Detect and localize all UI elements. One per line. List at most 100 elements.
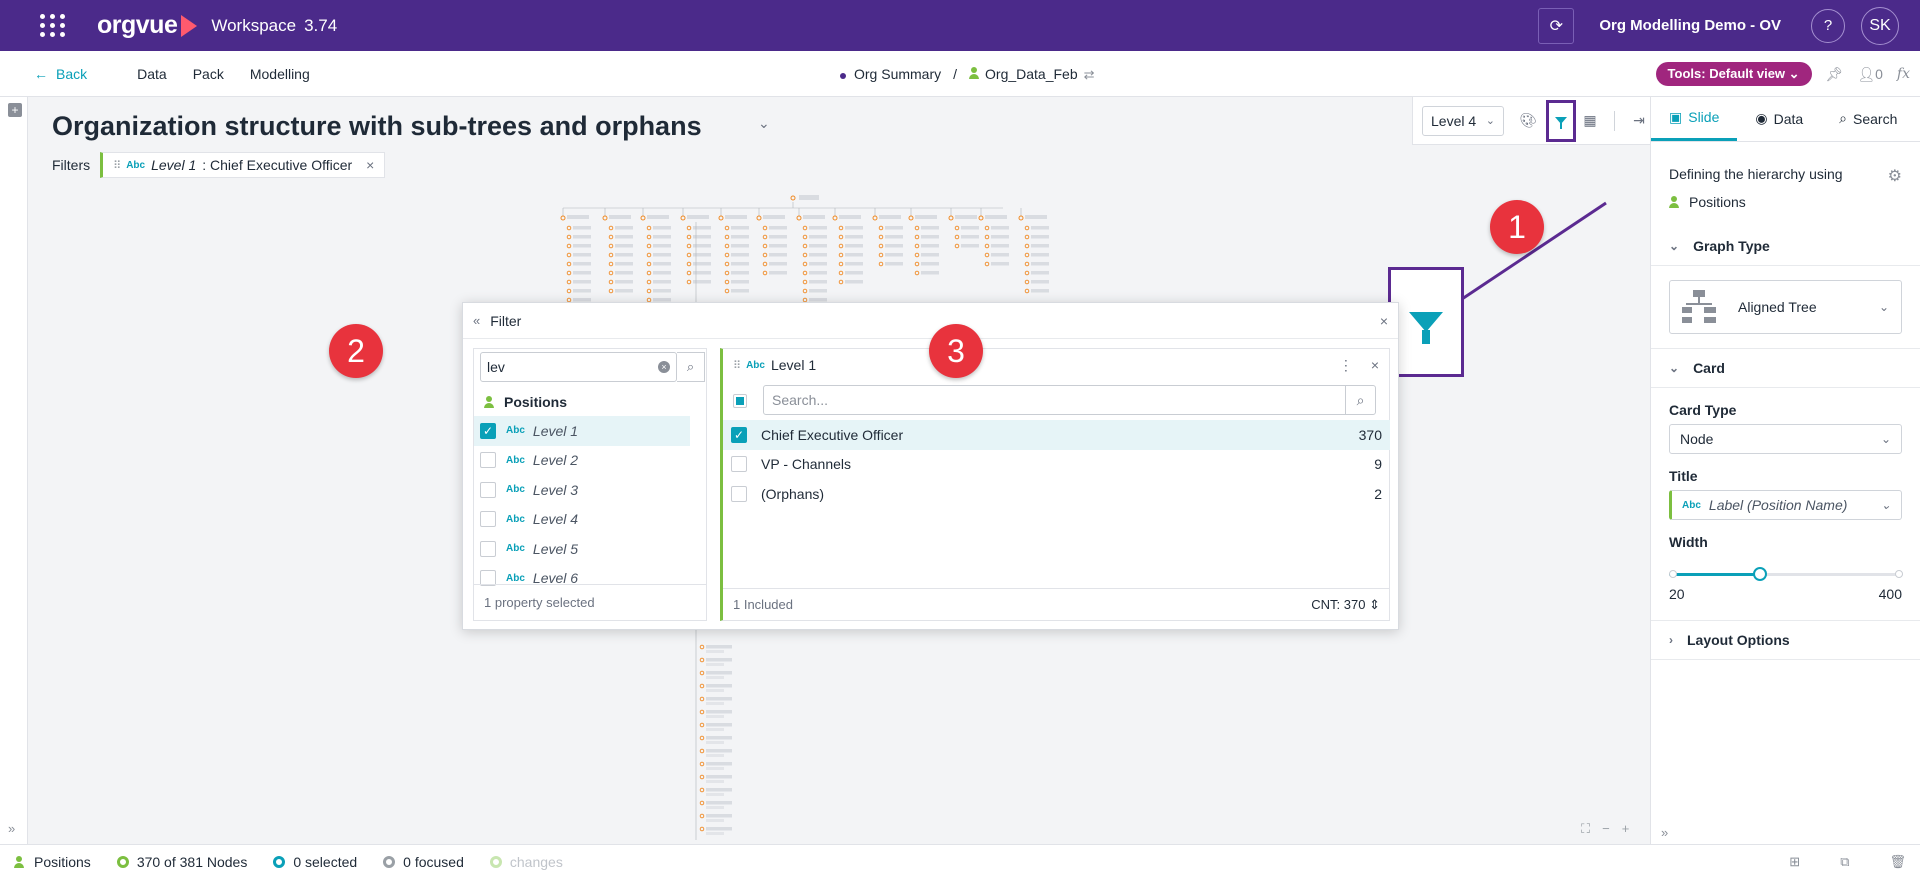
zoom-in-icon[interactable]: +: [1622, 821, 1630, 837]
zoom-out-icon[interactable]: −: [1602, 821, 1610, 837]
tree-node[interactable]: [756, 215, 762, 221]
tree-node[interactable]: [724, 261, 730, 267]
status-nodes[interactable]: 370 of 381 Nodes: [116, 854, 247, 870]
tree-node[interactable]: [566, 288, 572, 294]
tree-node[interactable]: [608, 252, 614, 258]
tree-node[interactable]: [878, 252, 884, 258]
layout-options-header[interactable]: › Layout Options: [1651, 620, 1920, 660]
tab-data[interactable]: ◉ Data: [1737, 96, 1821, 141]
back-link[interactable]: ← Back: [34, 66, 87, 82]
orgvue-logo[interactable]: orgvue: [97, 11, 198, 40]
tree-node[interactable]: [984, 243, 990, 249]
add-row-icon[interactable]: ⊞: [1789, 854, 1800, 870]
property-row[interactable]: ✓ Abc Level 1: [474, 416, 690, 446]
expand-right-icon[interactable]: »: [8, 821, 15, 836]
tree-node[interactable]: [954, 243, 960, 249]
tree-node[interactable]: [602, 215, 608, 221]
tree-node[interactable]: [566, 270, 572, 276]
search-icon[interactable]: ⌕: [1345, 386, 1375, 414]
tree-node[interactable]: [1024, 225, 1030, 231]
tree-node[interactable]: [699, 800, 705, 806]
card-header[interactable]: ⌄ Card: [1651, 348, 1920, 388]
close-icon[interactable]: ×: [1380, 313, 1388, 329]
delete-icon[interactable]: 🗑︎: [1889, 854, 1906, 870]
checkbox[interactable]: [480, 481, 496, 498]
tree-node[interactable]: [686, 225, 692, 231]
tree-node[interactable]: [686, 243, 692, 249]
tree-node[interactable]: [699, 735, 705, 741]
tree-node[interactable]: [724, 234, 730, 240]
tree-node[interactable]: [838, 234, 844, 240]
status-selected[interactable]: 0 selected: [273, 854, 357, 870]
tree-node[interactable]: [1024, 288, 1030, 294]
tree-node[interactable]: [686, 261, 692, 267]
tree-node[interactable]: [762, 252, 768, 258]
tree-node[interactable]: [838, 252, 844, 258]
tree-node[interactable]: [914, 252, 920, 258]
tree-node[interactable]: [646, 234, 652, 240]
tree-node[interactable]: [1024, 243, 1030, 249]
tree-node[interactable]: [699, 826, 705, 832]
tree-node[interactable]: [802, 243, 808, 249]
tab-slide[interactable]: ▣ Slide: [1651, 96, 1738, 141]
tree-node[interactable]: [608, 279, 614, 285]
tree-node[interactable]: [566, 243, 572, 249]
nav-item-modelling[interactable]: Modelling: [250, 66, 310, 82]
tree-node[interactable]: [908, 215, 914, 221]
tree-node[interactable]: [646, 261, 652, 267]
slider-handle[interactable]: [1753, 567, 1768, 581]
value-row[interactable]: VP - Channels 9: [723, 450, 1390, 480]
duplicate-icon[interactable]: ⧉: [1840, 854, 1849, 870]
property-row[interactable]: Abc Level 2: [474, 446, 706, 476]
tree-node[interactable]: [724, 252, 730, 258]
add-icon[interactable]: +: [8, 103, 22, 117]
tools-view-dropdown[interactable]: Tools: Default view ⌄: [1655, 62, 1812, 86]
checkbox[interactable]: [480, 511, 496, 528]
tree-node[interactable]: [796, 215, 802, 221]
collapse-left-icon[interactable]: «: [473, 313, 480, 328]
tree-node[interactable]: [984, 252, 990, 258]
tree-node[interactable]: [838, 279, 844, 285]
tree-node[interactable]: [914, 261, 920, 267]
tree-node[interactable]: [608, 270, 614, 276]
breadcrumb-summary[interactable]: Org Summary: [840, 66, 941, 82]
tree-node[interactable]: [646, 279, 652, 285]
chevron-down-icon[interactable]: ⌄: [758, 115, 770, 132]
tree-node[interactable]: [699, 657, 705, 663]
tree-node[interactable]: [699, 774, 705, 780]
tree-node[interactable]: [566, 225, 572, 231]
tree-node[interactable]: [838, 225, 844, 231]
property-row[interactable]: Abc Level 5: [474, 534, 706, 564]
tree-node[interactable]: [978, 215, 984, 221]
tree-node[interactable]: [608, 261, 614, 267]
drag-handle-icon[interactable]: ⠿: [733, 359, 741, 372]
tree-node[interactable]: [699, 813, 705, 819]
tree-node[interactable]: [1024, 270, 1030, 276]
tree-node[interactable]: [699, 670, 705, 676]
fit-screen-icon[interactable]: ⛶: [1581, 821, 1590, 837]
tree-node[interactable]: [914, 225, 920, 231]
status-dataset[interactable]: Positions: [14, 854, 91, 870]
app-grid-icon[interactable]: [39, 12, 67, 40]
graph-type-header[interactable]: ⌄ Graph Type: [1651, 226, 1920, 266]
more-vertical-icon[interactable]: ⋮: [1339, 357, 1353, 374]
value-row[interactable]: ✓ Chief Executive Officer 370: [723, 420, 1390, 450]
palette-icon[interactable]: 🎨︎: [1518, 112, 1538, 129]
select-all-checkbox[interactable]: [733, 394, 747, 408]
tree-node[interactable]: [640, 215, 646, 221]
tree-node[interactable]: [954, 225, 960, 231]
tree-node[interactable]: [914, 270, 920, 276]
tree-node[interactable]: [1024, 279, 1030, 285]
nav-item-data[interactable]: Data: [137, 66, 167, 82]
tree-node[interactable]: [646, 252, 652, 258]
tree-node[interactable]: [762, 261, 768, 267]
tree-node[interactable]: [802, 288, 808, 294]
tree-node[interactable]: [762, 234, 768, 240]
checkbox[interactable]: [731, 485, 747, 502]
formula-icon[interactable]: fx: [1897, 66, 1910, 82]
tree-node[interactable]: [914, 234, 920, 240]
tree-node[interactable]: [762, 243, 768, 249]
tree-node[interactable]: [608, 225, 614, 231]
gear-icon[interactable]: ⚙: [1888, 166, 1902, 186]
tree-node[interactable]: [948, 215, 954, 221]
